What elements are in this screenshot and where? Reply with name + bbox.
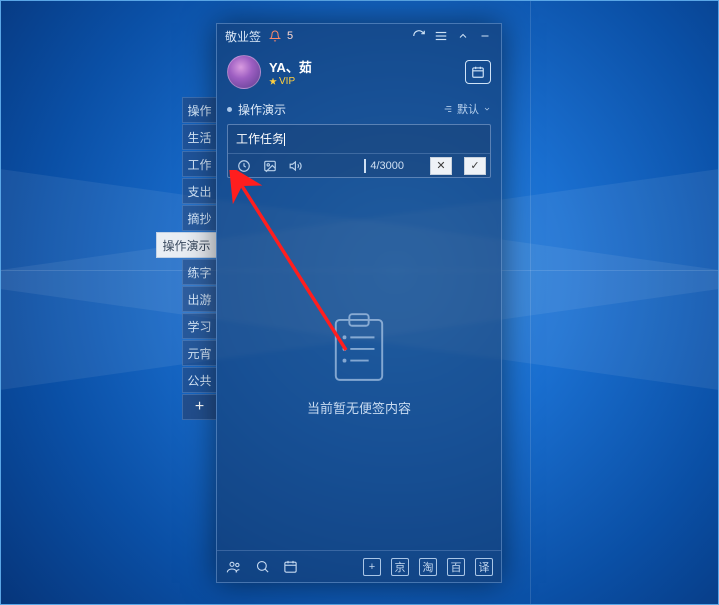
user-info: YA、茹 VIP xyxy=(269,57,312,87)
note-editor: 工作任务 4/3000 ✕ ✓ xyxy=(227,124,491,178)
sidebar-tab-8[interactable]: 学习 xyxy=(182,313,216,339)
sound-icon[interactable] xyxy=(288,158,304,174)
sidebar-tab-7[interactable]: 出游 xyxy=(182,286,216,312)
taobao-button[interactable]: 淘 xyxy=(419,558,437,576)
search-icon[interactable] xyxy=(253,558,271,576)
editor-toolbar: 4/3000 ✕ ✓ xyxy=(228,153,490,177)
note-input[interactable]: 工作任务 xyxy=(228,125,490,153)
vip-badge: VIP xyxy=(269,76,312,87)
sidebar-tab-9[interactable]: 元宵 xyxy=(182,340,216,366)
notification-count: 5 xyxy=(287,30,293,42)
translate-button[interactable]: 译 xyxy=(475,558,493,576)
user-bar: YA、茹 VIP xyxy=(217,48,501,96)
text-caret xyxy=(284,133,285,146)
stop-icon xyxy=(364,159,366,173)
sync-icon[interactable] xyxy=(411,28,427,44)
confirm-button[interactable]: ✓ xyxy=(464,157,486,175)
calendar-button[interactable] xyxy=(465,60,491,84)
section-title: 操作演示 xyxy=(238,101,286,118)
section-dot-icon xyxy=(227,107,232,112)
collapse-icon[interactable] xyxy=(455,28,471,44)
chevron-down-icon xyxy=(483,105,491,113)
sidebar-add-tab[interactable]: + xyxy=(182,394,216,420)
sort-label: 默认 xyxy=(457,101,479,117)
category-sidebar: 操作生活工作支出摘抄操作演示练字出游学习元宵公共+ xyxy=(182,97,216,420)
sidebar-tab-3[interactable]: 支出 xyxy=(182,178,216,204)
jd-button[interactable]: 京 xyxy=(391,558,409,576)
section-header: 操作演示 默认 xyxy=(217,96,501,122)
note-input-text: 工作任务 xyxy=(236,132,284,146)
add-note-button[interactable]: + xyxy=(363,558,381,576)
sidebar-tab-2[interactable]: 工作 xyxy=(182,151,216,177)
sidebar-tab-10[interactable]: 公共 xyxy=(182,367,216,393)
sidebar-tab-1[interactable]: 生活 xyxy=(182,124,216,150)
clock-icon[interactable] xyxy=(236,158,252,174)
sort-dropdown[interactable]: 默认 xyxy=(443,101,491,117)
footer-bar: + 京 淘 百 译 xyxy=(217,550,501,582)
sidebar-tab-4[interactable]: 摘抄 xyxy=(182,205,216,231)
empty-message: 当前暂无便签内容 xyxy=(307,398,411,417)
char-max: /3000 xyxy=(376,160,404,172)
empty-state: 当前暂无便签内容 xyxy=(217,178,501,550)
calendar-small-icon[interactable] xyxy=(281,558,299,576)
sidebar-tab-5[interactable]: 操作演示 xyxy=(156,232,216,258)
cancel-button[interactable]: ✕ xyxy=(430,157,452,175)
titlebar: 敬业签 5 xyxy=(217,24,501,48)
menu-icon[interactable] xyxy=(433,28,449,44)
baidu-button[interactable]: 百 xyxy=(447,558,465,576)
clipboard-icon xyxy=(330,312,388,384)
app-window: 敬业签 5 YA、茹 VIP 操作演示 默 xyxy=(216,23,502,583)
minimize-icon[interactable] xyxy=(477,28,493,44)
username: YA、茹 xyxy=(269,57,312,76)
char-counter: 4/3000 xyxy=(364,160,404,172)
app-title: 敬业签 xyxy=(225,28,261,45)
contacts-icon[interactable] xyxy=(225,558,243,576)
bell-icon[interactable] xyxy=(267,28,283,44)
image-icon[interactable] xyxy=(262,158,278,174)
sidebar-tab-6[interactable]: 练字 xyxy=(182,259,216,285)
sidebar-tab-0[interactable]: 操作 xyxy=(182,97,216,123)
avatar[interactable] xyxy=(227,55,261,89)
